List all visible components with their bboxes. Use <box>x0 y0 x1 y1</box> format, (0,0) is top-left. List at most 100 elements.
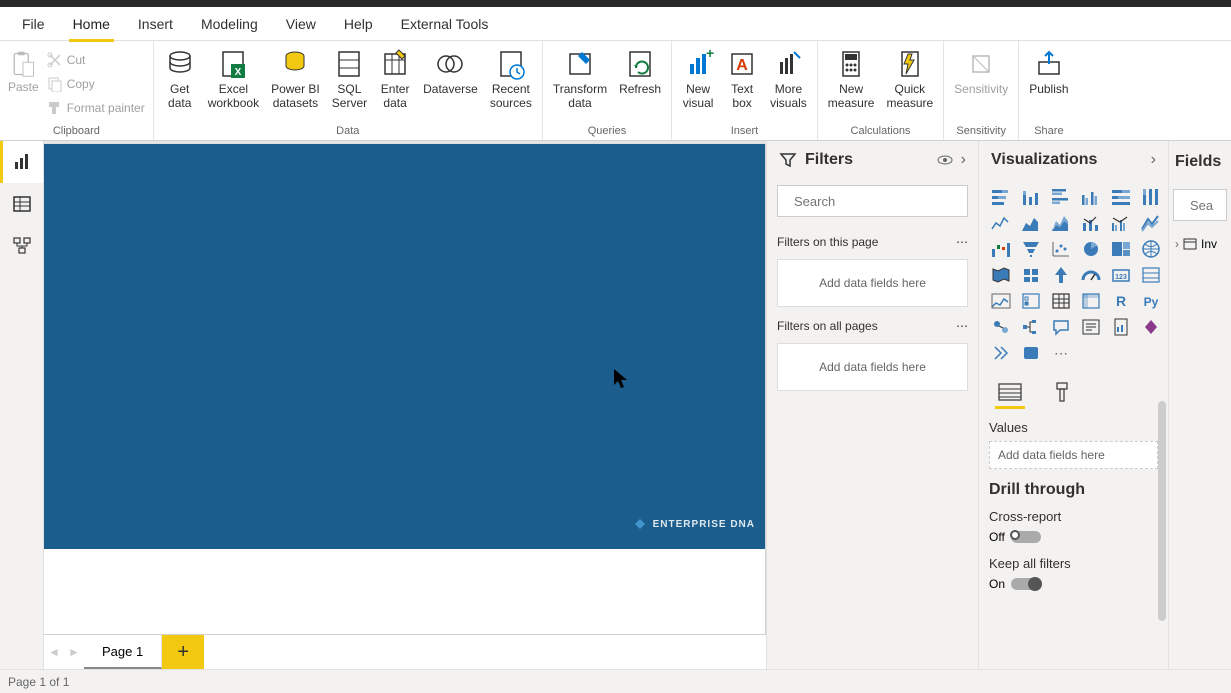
viz-clustered-bar[interactable] <box>1047 185 1075 209</box>
viz-power-apps[interactable] <box>1137 315 1165 339</box>
recent-sources-button[interactable]: Recent sources <box>484 44 538 124</box>
menu-modeling[interactable]: Modeling <box>187 7 272 41</box>
fields-search[interactable] <box>1173 189 1227 221</box>
publish-icon <box>1033 48 1065 80</box>
view-switcher <box>0 141 44 669</box>
viz-power-automate[interactable] <box>987 341 1015 365</box>
fields-search-input[interactable] <box>1190 198 1231 213</box>
copy-icon <box>47 76 63 92</box>
collapse-viz-button[interactable]: › <box>1151 151 1156 169</box>
add-page-button[interactable]: + <box>162 635 204 669</box>
viz-stacked-area[interactable] <box>1047 211 1075 235</box>
viz-qa[interactable] <box>1047 315 1075 339</box>
ribbon-group-insert: +New visual AText box More visuals Inser… <box>672 41 818 140</box>
fields-table-item[interactable]: › Inv <box>1173 233 1227 255</box>
viz-line-stacked-column[interactable] <box>1077 211 1105 235</box>
page-tab-1[interactable]: Page 1 <box>84 635 162 669</box>
filters-page-more-button[interactable]: ⋯ <box>956 235 968 249</box>
page-prev-button[interactable]: ◄ <box>44 635 64 669</box>
viz-funnel[interactable] <box>1017 237 1045 261</box>
keep-filters-toggle[interactable]: On <box>989 577 1158 591</box>
viz-waterfall[interactable] <box>987 237 1015 261</box>
eye-icon[interactable] <box>937 152 953 168</box>
refresh-button[interactable]: Refresh <box>613 44 667 124</box>
excel-button[interactable]: XExcel workbook <box>202 44 265 124</box>
report-page-canvas[interactable]: ENTERPRISE DNA <box>44 144 765 634</box>
viz-pie[interactable] <box>1077 237 1105 261</box>
menu-home[interactable]: Home <box>59 7 124 41</box>
viz-treemap[interactable] <box>1107 237 1135 261</box>
sensitivity-button[interactable]: Sensitivity <box>948 44 1014 124</box>
viz-smart-narrative[interactable] <box>1077 315 1105 339</box>
viz-line[interactable] <box>987 211 1015 235</box>
more-visuals-button[interactable]: More visuals <box>764 44 813 124</box>
fields-tab[interactable] <box>995 379 1025 405</box>
cut-button[interactable]: Cut <box>47 49 145 71</box>
paste-button[interactable]: Paste <box>4 44 43 124</box>
sql-server-button[interactable]: SQL Server <box>326 44 373 124</box>
viz-matrix[interactable] <box>1077 289 1105 313</box>
viz-100-stacked-column[interactable] <box>1137 185 1165 209</box>
menu-view[interactable]: View <box>272 7 330 41</box>
page-next-button[interactable]: ► <box>64 635 84 669</box>
data-view-button[interactable] <box>0 183 43 225</box>
menu-file[interactable]: File <box>8 7 59 41</box>
viz-ribbon[interactable] <box>1137 211 1165 235</box>
viz-get-more[interactable]: ⋯ <box>1047 341 1075 365</box>
filters-all-more-button[interactable]: ⋯ <box>956 319 968 333</box>
format-tab[interactable] <box>1049 379 1079 405</box>
filters-page-dropzone[interactable]: Add data fields here <box>777 259 968 307</box>
new-measure-button[interactable]: New measure <box>822 44 881 124</box>
viz-decomposition-tree[interactable] <box>1017 315 1045 339</box>
get-data-button[interactable]: Get data <box>158 44 202 124</box>
model-view-button[interactable] <box>0 225 43 267</box>
viz-line-clustered-column[interactable] <box>1107 211 1135 235</box>
pbi-datasets-button[interactable]: Power BI datasets <box>265 44 326 124</box>
report-canvas-area[interactable]: ENTERPRISE DNA ◄ ► Page 1 + <box>44 141 766 669</box>
viz-azure-map[interactable] <box>1047 263 1075 287</box>
viz-table[interactable] <box>1047 289 1075 313</box>
viz-kpi[interactable] <box>987 289 1015 313</box>
viz-map[interactable] <box>1137 237 1165 261</box>
viz-filled-map[interactable] <box>987 263 1015 287</box>
menu-help[interactable]: Help <box>330 7 387 41</box>
quick-measure-button[interactable]: Quick measure <box>880 44 939 124</box>
viz-stacked-bar[interactable] <box>987 185 1015 209</box>
values-dropzone[interactable]: Add data fields here <box>989 441 1158 469</box>
viz-multi-row-card[interactable] <box>1137 263 1165 287</box>
viz-100-stacked-bar[interactable] <box>1107 185 1135 209</box>
dataverse-button[interactable]: Dataverse <box>417 44 484 124</box>
viz-python-visual[interactable]: Py <box>1137 289 1165 313</box>
viz-r-visual[interactable]: R <box>1107 289 1135 313</box>
transform-data-button[interactable]: Transform data <box>547 44 613 124</box>
filters-all-dropzone[interactable]: Add data fields here <box>777 343 968 391</box>
report-view-button[interactable] <box>0 141 43 183</box>
new-visual-button[interactable]: +New visual <box>676 44 720 124</box>
viz-shape-map[interactable] <box>1017 263 1045 287</box>
viz-paginated-report[interactable] <box>1107 315 1135 339</box>
viz-scrollbar[interactable] <box>1158 401 1166 621</box>
viz-key-influencers[interactable] <box>987 315 1015 339</box>
viz-card[interactable]: 123 <box>1107 263 1135 287</box>
publish-button[interactable]: Publish <box>1023 44 1074 124</box>
viz-gauge[interactable] <box>1077 263 1105 287</box>
menu-insert[interactable]: Insert <box>124 7 187 41</box>
viz-stacked-column[interactable] <box>1017 185 1045 209</box>
paste-label: Paste <box>8 80 39 94</box>
viz-clustered-column[interactable] <box>1077 185 1105 209</box>
viz-area[interactable] <box>1017 211 1045 235</box>
page-background: ENTERPRISE DNA <box>44 144 765 549</box>
page-indicator: Page 1 of 1 <box>8 675 69 689</box>
menu-external-tools[interactable]: External Tools <box>387 7 503 41</box>
filters-search[interactable] <box>777 185 968 217</box>
viz-scatter[interactable] <box>1047 237 1075 261</box>
collapse-filters-button[interactable]: › <box>961 151 966 169</box>
format-painter-button[interactable]: Format painter <box>47 97 145 119</box>
cross-report-toggle[interactable]: Off <box>989 530 1158 544</box>
viz-slicer[interactable] <box>1017 289 1045 313</box>
text-box-button[interactable]: AText box <box>720 44 764 124</box>
filters-search-input[interactable] <box>794 194 970 209</box>
copy-button[interactable]: Copy <box>47 73 145 95</box>
viz-custom[interactable] <box>1017 341 1045 365</box>
enter-data-button[interactable]: Enter data <box>373 44 417 124</box>
